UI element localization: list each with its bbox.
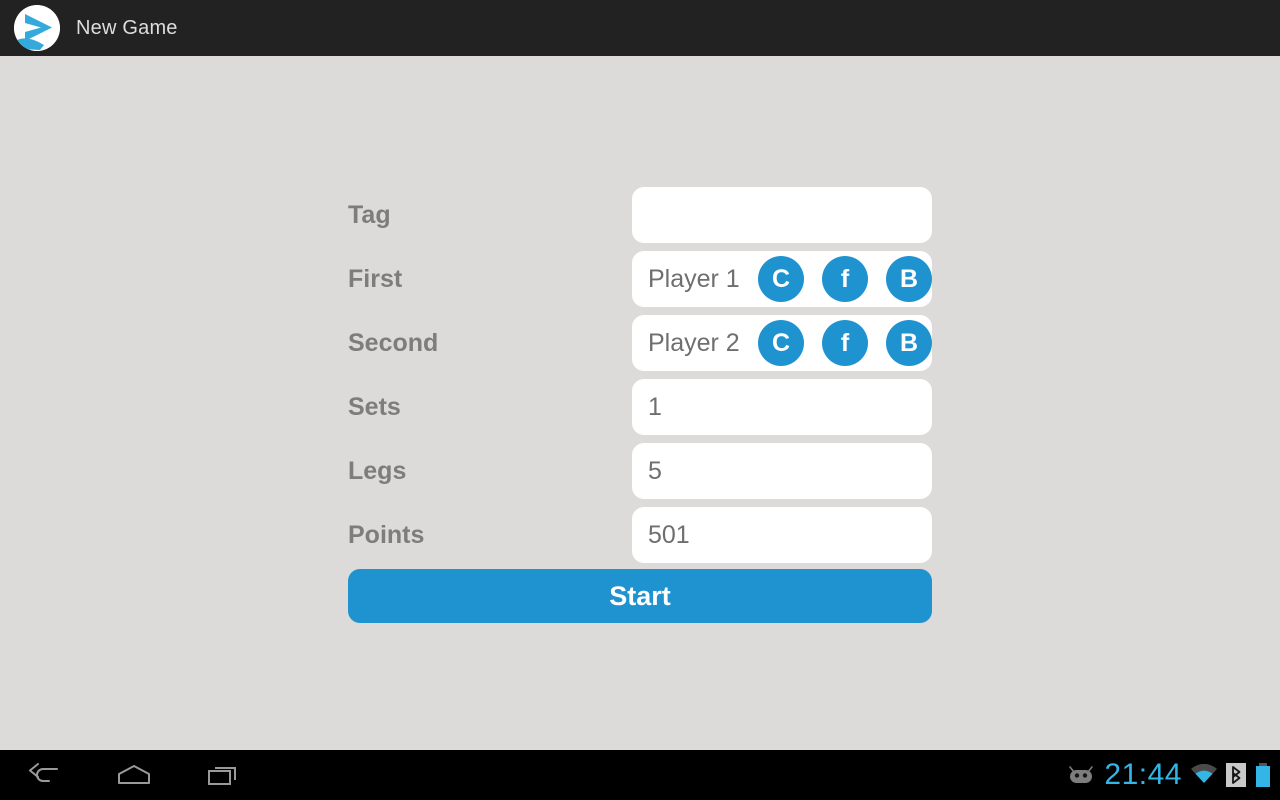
label-points: Points: [348, 520, 425, 549]
label-tag: Tag: [348, 200, 391, 229]
bluetooth-icon: [1226, 763, 1246, 787]
android-debug-icon: [1066, 764, 1096, 786]
form-row-points: Points: [348, 503, 932, 567]
first-player-facebook-button[interactable]: f: [822, 256, 868, 302]
legs-input[interactable]: [632, 443, 932, 499]
first-player-contacts-button[interactable]: C: [758, 256, 804, 302]
second-player-facebook-button[interactable]: f: [822, 320, 868, 366]
label-second: Second: [348, 328, 439, 357]
form-row-first: First C f B: [348, 247, 932, 311]
back-arrow-icon[interactable]: [20, 758, 68, 792]
play-arrow-circle-icon: [14, 5, 60, 51]
form-row-tag: Tag: [348, 183, 932, 247]
label-sets: Sets: [348, 392, 401, 421]
system-navigation-bar: 21:44: [0, 750, 1280, 800]
status-icons: 21:44: [1066, 760, 1280, 790]
start-button[interactable]: Start: [348, 569, 932, 623]
second-player-bluetooth-button[interactable]: B: [886, 320, 932, 366]
sets-input[interactable]: [632, 379, 932, 435]
wifi-icon: [1190, 764, 1218, 786]
form-row-second: Second C f B: [348, 311, 932, 375]
first-player-social-buttons: C f B: [758, 256, 932, 302]
battery-icon: [1254, 762, 1272, 788]
navigation-buttons: [0, 758, 248, 792]
label-first: First: [348, 264, 403, 293]
tag-input[interactable]: [632, 187, 932, 243]
second-player-contacts-button[interactable]: C: [758, 320, 804, 366]
form-row-legs: Legs: [348, 439, 932, 503]
page-title: New Game: [76, 16, 178, 39]
home-icon[interactable]: [110, 758, 158, 792]
action-bar: New Game: [0, 0, 1280, 56]
label-legs: Legs: [348, 456, 407, 485]
recent-apps-icon[interactable]: [200, 758, 248, 792]
points-input[interactable]: [632, 507, 932, 563]
android-screen: New Game Tag First C f B Second C f B: [0, 0, 1280, 800]
second-player-social-buttons: C f B: [758, 320, 932, 366]
new-game-form: Tag First C f B Second C f B Sets: [348, 183, 932, 567]
form-row-sets: Sets: [348, 375, 932, 439]
first-player-bluetooth-button[interactable]: B: [886, 256, 932, 302]
clock: 21:44: [1104, 758, 1182, 791]
